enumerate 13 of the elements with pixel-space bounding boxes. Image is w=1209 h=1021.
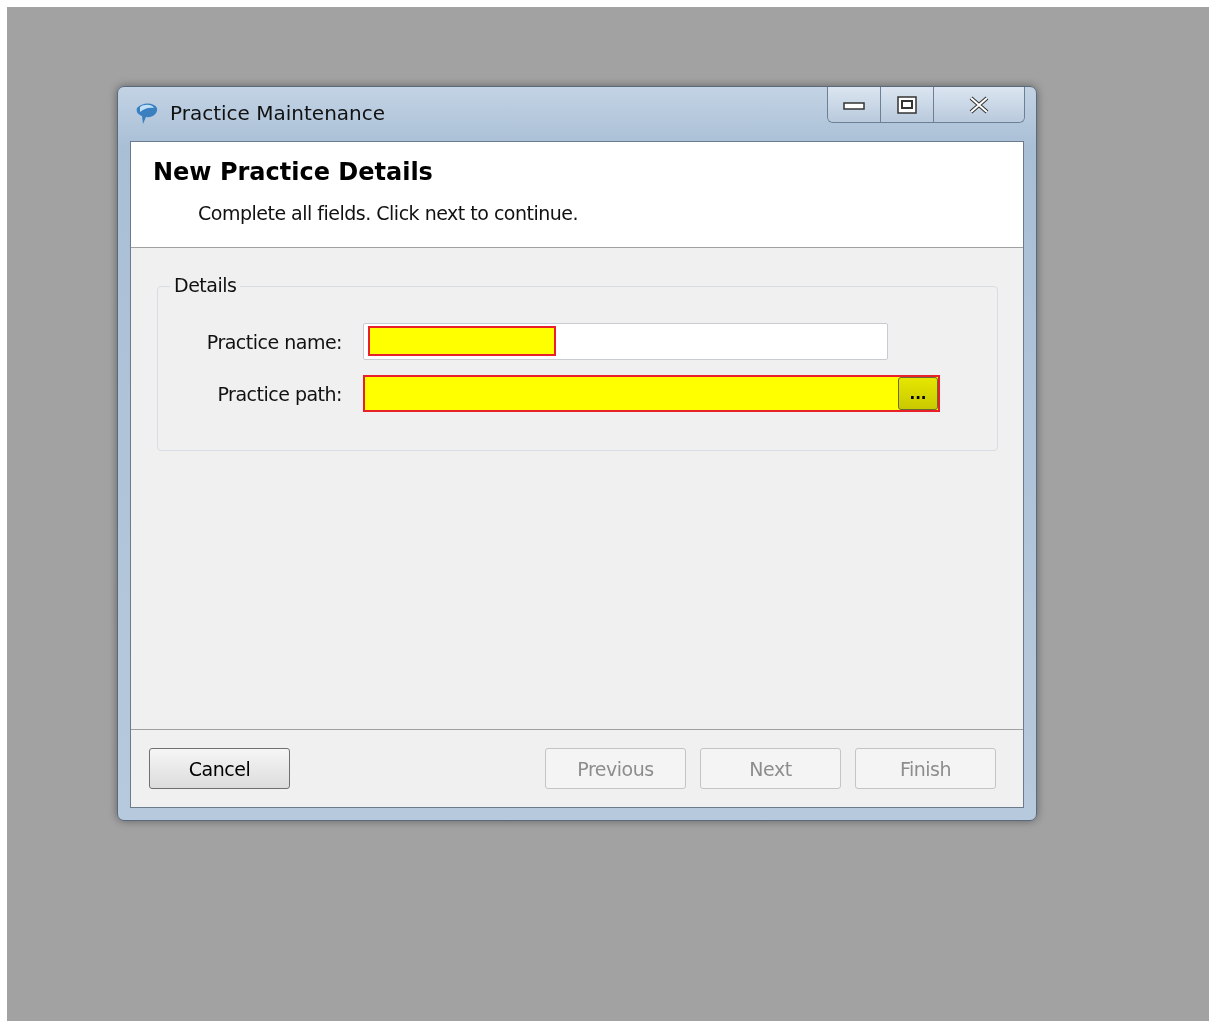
- close-icon: [968, 95, 990, 114]
- page-title: New Practice Details: [153, 158, 434, 186]
- window-title: Practice Maintenance: [170, 101, 387, 125]
- maximize-icon: [897, 95, 917, 114]
- wizard-button[interactable]: Cancel: [149, 748, 290, 789]
- instruction-text: Complete all fields. Click next to continue.: [198, 202, 580, 224]
- field-label: Practice path:: [216, 382, 342, 405]
- minimize-icon: [843, 99, 865, 110]
- browse-button[interactable]: ...: [898, 377, 938, 410]
- field-label: Practice name:: [205, 330, 342, 353]
- maximize-button[interactable]: [881, 87, 934, 122]
- minimize-button[interactable]: [828, 87, 881, 122]
- name-field[interactable]: [363, 323, 888, 360]
